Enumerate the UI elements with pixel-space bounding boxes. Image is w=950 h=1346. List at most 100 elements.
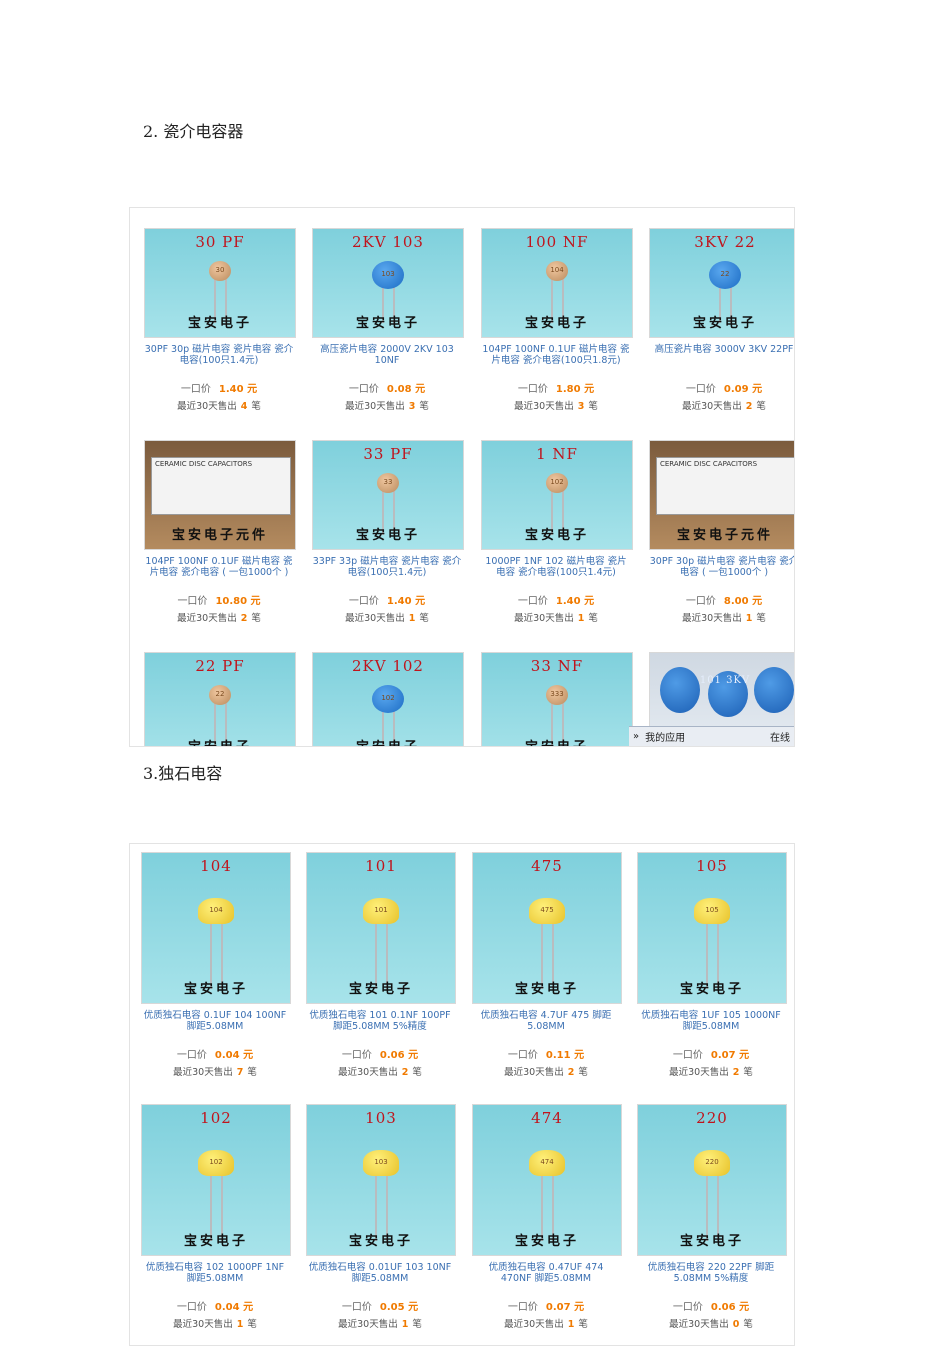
product-image[interactable]: 105 105 宝安电子 bbox=[637, 852, 787, 1004]
product-title-link[interactable]: 104PF 100NF 0.1UF 磁片电容 瓷片电容 瓷介电容 ( 一包100… bbox=[144, 556, 294, 578]
product-image[interactable]: 3KV 22 22 宝安电子 bbox=[649, 228, 794, 338]
product-image[interactable]: CERAMIC DISC CAPACITORS 宝安电子元件 bbox=[144, 440, 296, 550]
price-value: 1.40 元 bbox=[386, 596, 426, 607]
sales-count: 2 bbox=[401, 1067, 409, 1078]
product-image[interactable]: 104 104 宝安电子 bbox=[141, 852, 291, 1004]
image-value-tag: 1 NF bbox=[536, 445, 578, 463]
price-row: 一口价 0.05 元 bbox=[306, 1298, 454, 1313]
price-value: 0.09 元 bbox=[723, 384, 763, 395]
product-card[interactable]: 22 PF 22 宝安电子 bbox=[144, 652, 296, 746]
product-card[interactable]: 1 NF 102 宝安电子 1000PF 1NF 102 磁片电容 瓷片电容 瓷介电容… bbox=[481, 440, 633, 658]
section-heading-monolithic: 3.独石电容 bbox=[143, 764, 223, 783]
product-title-link[interactable]: 104PF 100NF 0.1UF 磁片电容 瓷片电容 瓷介电容(100只1.8… bbox=[481, 344, 631, 366]
price-label: 一口价 bbox=[176, 1050, 207, 1061]
capacitor-marking: 22 bbox=[720, 270, 730, 278]
product-card[interactable]: CERAMIC DISC CAPACITORS 宝安电子元件 104PF 100NF… bbox=[144, 440, 296, 658]
product-title-link[interactable]: 1000PF 1NF 102 磁片电容 瓷片电容 瓷介电容(100只1.4元) bbox=[481, 556, 631, 578]
product-title-link[interactable]: 优质独石电容 102 1000PF 1NF 脚距5.08MM bbox=[141, 1262, 289, 1284]
product-image[interactable]: 220 220 宝安电子 bbox=[637, 1104, 787, 1256]
sales-count: 2 bbox=[240, 613, 248, 624]
product-card[interactable]: 2KV 103 103 宝安电子高压瓷片电容 2000V 2KV 103 10NF 一… bbox=[312, 228, 464, 446]
product-image[interactable]: 474 474 宝安电子 bbox=[472, 1104, 622, 1256]
product-title-link[interactable]: 30PF 30p 磁片电容 瓷片电容 瓷介电容 ( 一包1000个 ) bbox=[649, 556, 794, 578]
product-image[interactable]: 101 101 宝安电子 bbox=[306, 852, 456, 1004]
image-value-tag: 33 PF bbox=[363, 445, 413, 463]
price-row: 一口价 0.11 元 bbox=[472, 1046, 620, 1061]
ceramic-product-grid: 30 PF 30 宝安电子 30PF 30p 磁片电容 瓷片电容 瓷介电容(100只1… bbox=[129, 207, 795, 747]
price-row: 一口价 0.08 元 bbox=[312, 380, 462, 395]
product-image[interactable]: 1 NF 102 宝安电子 bbox=[481, 440, 633, 550]
product-title-link[interactable]: 30PF 30p 磁片电容 瓷片电容 瓷介电容(100只1.4元) bbox=[144, 344, 294, 366]
product-title-link[interactable]: 优质独石电容 220 22PF 脚距5.08MM 5%精度 bbox=[637, 1262, 785, 1284]
product-card[interactable]: 102 102 宝安电子优质独石电容 102 1000PF 1NF 脚距5.08MM… bbox=[141, 1104, 291, 1345]
image-value-tag: 2KV 103 bbox=[352, 233, 424, 251]
product-title-link[interactable]: 优质独石电容 0.1UF 104 100NF 脚距5.08MM bbox=[141, 1010, 289, 1032]
product-image[interactable]: 33 NF 333 宝安电子 bbox=[481, 652, 633, 746]
product-image[interactable]: 30 PF 30 宝安电子 bbox=[144, 228, 296, 338]
product-card[interactable]: 474 474 宝安电子优质独石电容 0.47UF 474 470NF 脚距5.08… bbox=[472, 1104, 622, 1345]
sales-count-row: 最近30天售出 2 笔 bbox=[306, 1064, 454, 1078]
product-title-link[interactable]: 高压瓷片电容 2000V 2KV 103 10NF bbox=[312, 344, 462, 366]
sales-count-row: 最近30天售出 2 笔 bbox=[637, 1064, 785, 1078]
sales-count-row: 最近30天售出 1 笔 bbox=[481, 610, 631, 624]
image-watermark: 宝安电子 bbox=[348, 982, 413, 997]
product-image[interactable]: 22 PF 22 宝安电子 bbox=[144, 652, 296, 746]
capacitor-marking: 30 bbox=[215, 266, 225, 274]
product-card[interactable]: 220 220 宝安电子 优质独石电容 220 22PF 脚距5.08MM 5%精度一… bbox=[637, 1104, 787, 1345]
price-value: 0.06 元 bbox=[379, 1050, 419, 1061]
sales-label: 最近30天售出 bbox=[514, 401, 574, 412]
product-card[interactable]: 33 NF 333 宝安电子 bbox=[481, 652, 633, 746]
image-value-tag: 103 bbox=[365, 1109, 397, 1127]
product-card[interactable]: 100 NF 104 宝安电子 104PF 100NF 0.1UF 磁片电容 瓷片电容… bbox=[481, 228, 633, 446]
price-label: 一口价 bbox=[177, 596, 208, 607]
product-card[interactable]: 33 PF 33 宝安电子 33PF 33p 磁片电容 瓷片电容 瓷介电容(100只1… bbox=[312, 440, 464, 658]
product-image[interactable]: 103 103 宝安电子 bbox=[306, 1104, 456, 1256]
sales-unit: 笔 bbox=[247, 1319, 257, 1330]
my-apps-button[interactable]: 我的应用 bbox=[645, 729, 685, 744]
product-card[interactable]: 105 105 宝安电子优质独石电容 1UF 105 1000NF 脚距5.08MM… bbox=[637, 852, 787, 1112]
product-card[interactable]: 104 104 宝安电子优质独石电容 0.1UF 104 100NF 脚距5.08M… bbox=[141, 852, 291, 1112]
sales-unit: 笔 bbox=[251, 401, 261, 412]
browser-taskbar[interactable]: » 我的应用 在线 bbox=[629, 726, 794, 746]
product-title-link[interactable]: 高压瓷片电容 3000V 3KV 22PF bbox=[649, 344, 794, 355]
price-value: 1.80 元 bbox=[555, 384, 595, 395]
product-image[interactable]: 475 475 宝安电子 bbox=[472, 852, 622, 1004]
product-card[interactable]: 103 103 宝安电子优质独石电容 0.01UF 103 10NF 脚距5.08M… bbox=[306, 1104, 456, 1345]
sales-count-row: 最近30天售出 1 笔 bbox=[312, 610, 462, 624]
expand-arrows-icon[interactable]: » bbox=[633, 731, 639, 742]
sales-count: 1 bbox=[401, 1319, 409, 1330]
product-card[interactable]: 475 475 宝安电子优质独石电容 4.7UF 475 脚距5.08MM 一口价 0.… bbox=[472, 852, 622, 1112]
price-value: 0.05 元 bbox=[379, 1302, 419, 1313]
product-title-link[interactable]: 优质独石电容 0.01UF 103 10NF 脚距5.08MM bbox=[306, 1262, 454, 1284]
product-title-link[interactable]: 33PF 33p 磁片电容 瓷片电容 瓷介电容(100只1.4元) bbox=[312, 556, 462, 578]
product-card[interactable]: 3KV 22 22 宝安电子 高压瓷片电容 3000V 3KV 22PF 一口价 0.09… bbox=[649, 228, 794, 446]
sales-count-row: 最近30天售出 1 笔 bbox=[141, 1316, 289, 1330]
sales-label: 最近30天售出 bbox=[504, 1067, 564, 1078]
product-title-link[interactable]: 优质独石电容 4.7UF 475 脚距5.08MM bbox=[472, 1010, 620, 1032]
product-image[interactable]: 2KV 103 103 宝安电子 bbox=[312, 228, 464, 338]
price-row: 一口价 0.04 元 bbox=[141, 1298, 289, 1313]
sales-label: 最近30天售出 bbox=[514, 613, 574, 624]
capacitor-marking: 475 bbox=[540, 906, 554, 914]
image-watermark: 宝安电子 bbox=[355, 528, 420, 543]
price-value: 0.06 元 bbox=[710, 1302, 750, 1313]
price-label: 一口价 bbox=[517, 596, 548, 607]
product-image[interactable]: 102 102 宝安电子 bbox=[141, 1104, 291, 1256]
sales-count: 2 bbox=[732, 1067, 740, 1078]
image-value-tag: 474 bbox=[531, 1109, 563, 1127]
product-card[interactable]: 101 101 宝安电子 优质独石电容 101 0.1NF 100PF 脚距5.08M… bbox=[306, 852, 456, 1112]
image-value-tag: 101 bbox=[365, 857, 397, 875]
product-title-link[interactable]: 优质独石电容 1UF 105 1000NF 脚距5.08MM bbox=[637, 1010, 785, 1032]
image-watermark: 宝安电子 bbox=[355, 316, 420, 331]
product-image[interactable]: 33 PF 33 宝安电子 bbox=[312, 440, 464, 550]
product-title-link[interactable]: 优质独石电容 101 0.1NF 100PF 脚距5.08MM 5%精度 bbox=[306, 1010, 454, 1032]
product-image[interactable]: 100 NF 104 宝安电子 bbox=[481, 228, 633, 338]
price-label: 一口价 bbox=[176, 1302, 207, 1313]
product-title-link[interactable]: 优质独石电容 0.47UF 474 470NF 脚距5.08MM bbox=[472, 1262, 620, 1284]
product-image[interactable]: CERAMIC DISC CAPACITORS 宝安电子元件 bbox=[649, 440, 794, 550]
product-card[interactable]: CERAMIC DISC CAPACITORS 宝安电子元件 30PF 30p 磁片… bbox=[649, 440, 794, 658]
product-card[interactable]: 2KV 102 102 宝安电子 bbox=[312, 652, 464, 746]
product-card[interactable]: 30 PF 30 宝安电子 30PF 30p 磁片电容 瓷片电容 瓷介电容(100只1… bbox=[144, 228, 296, 446]
sales-unit: 笔 bbox=[419, 401, 429, 412]
product-image[interactable]: 2KV 102 102 宝安电子 bbox=[312, 652, 464, 746]
